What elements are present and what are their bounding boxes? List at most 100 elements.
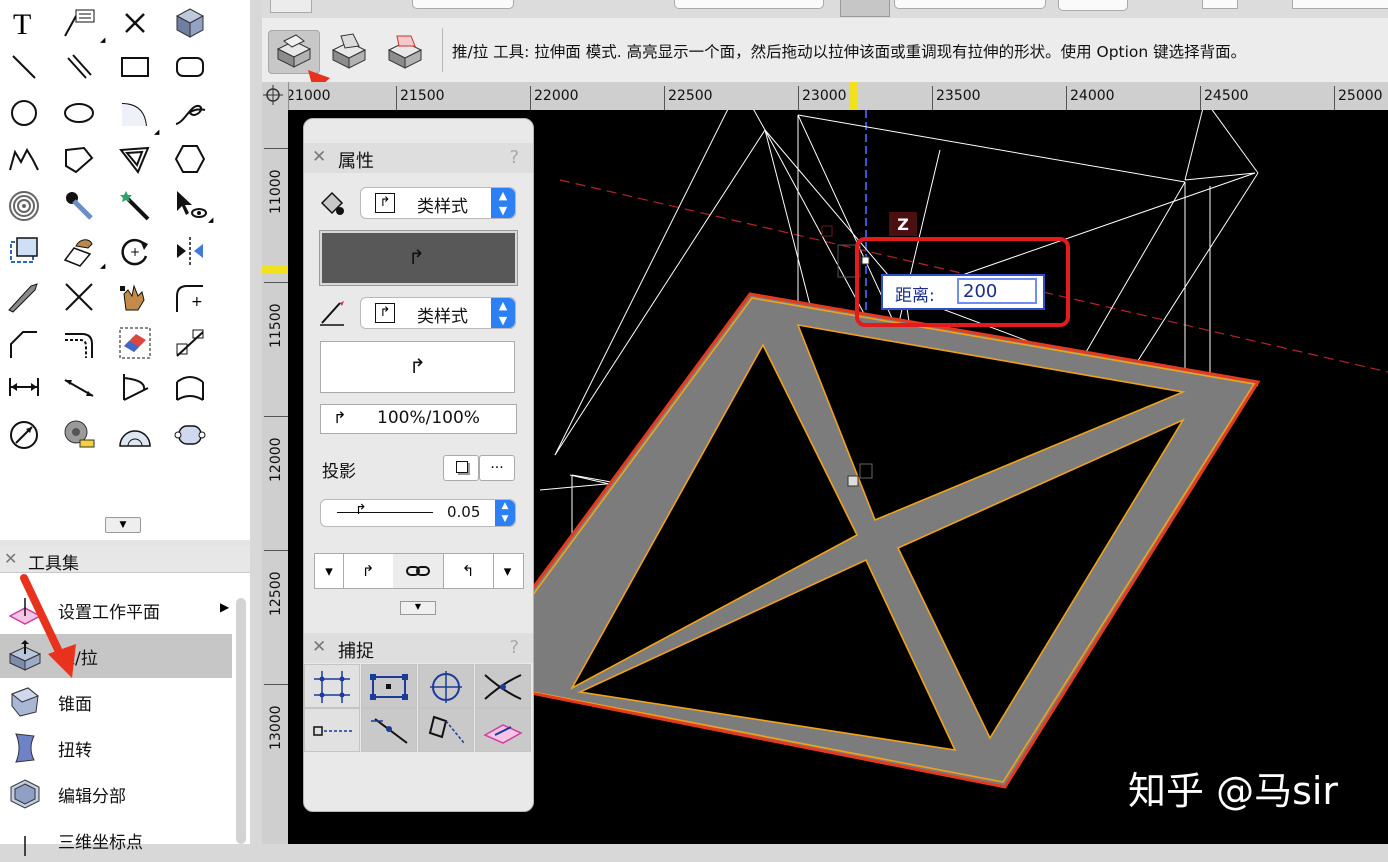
- svg-text:+: +: [130, 245, 140, 259]
- attributes-expand-button[interactable]: ▼: [400, 601, 436, 615]
- distance-input[interactable]: [957, 278, 1037, 304]
- help-icon[interactable]: ?: [509, 637, 519, 658]
- snapping-header: ✕ 捕捉 ?: [304, 633, 533, 663]
- arc-icon[interactable]: [113, 94, 157, 132]
- close-icon[interactable]: ✕: [312, 637, 326, 657]
- line-icon[interactable]: [2, 48, 46, 86]
- view-dropdown[interactable]: [894, 0, 1046, 9]
- diameter-icon[interactable]: [2, 416, 46, 454]
- locus-icon[interactable]: [113, 4, 157, 42]
- ruler-label: 21000: [286, 88, 331, 104]
- taper-face-icon: [11, 687, 39, 717]
- start-marker-button[interactable]: ↱: [343, 554, 394, 588]
- end-marker-menu-button[interactable]: ▾: [493, 554, 522, 588]
- vertical-ruler: 11000 11500 12000 12500 13000: [262, 110, 289, 844]
- toolset-item-edit-subpart[interactable]: 编辑分部: [0, 772, 232, 816]
- circle-icon[interactable]: [2, 94, 46, 132]
- visibility-wand-icon[interactable]: [113, 187, 157, 225]
- dropdown-arrow-icon: ▲ ▼: [491, 298, 515, 328]
- extrude-subtract-mode-button[interactable]: [380, 30, 430, 72]
- reshape-icon[interactable]: [113, 278, 157, 316]
- fill-swatch[interactable]: ↱: [320, 231, 517, 285]
- ruler-label: 25000: [1338, 88, 1383, 104]
- link-markers-button[interactable]: [393, 554, 444, 588]
- distance-input-box: 距离:: [881, 274, 1045, 310]
- class-style-icon: ↱: [408, 245, 425, 269]
- smart-edge-icon[interactable]: [418, 708, 474, 752]
- nav-back-button[interactable]: [270, 0, 312, 13]
- pen-icon: [320, 301, 344, 326]
- snapping-grid: [304, 664, 533, 756]
- start-marker-menu-button[interactable]: ▾: [315, 554, 344, 588]
- snap-to-surface-icon[interactable]: [475, 708, 531, 752]
- double-line-icon[interactable]: [57, 48, 101, 86]
- snap-to-grid-icon[interactable]: [304, 664, 360, 708]
- projection-dropdown[interactable]: [1058, 0, 1128, 11]
- eyedropper-icon[interactable]: [57, 187, 101, 225]
- connect-icon[interactable]: [168, 324, 212, 362]
- constrained-dimension-icon[interactable]: [57, 368, 101, 406]
- tape-measure-icon[interactable]: [57, 416, 101, 454]
- 3d-locus-icon[interactable]: [168, 4, 212, 42]
- double-polygon-icon[interactable]: [113, 140, 157, 178]
- toolset-item-taper-face[interactable]: 锥面: [0, 680, 232, 724]
- mirror-icon[interactable]: [168, 232, 212, 270]
- layer-dropdown[interactable]: [412, 0, 514, 9]
- rounded-rectangle-icon[interactable]: [168, 48, 212, 86]
- help-icon[interactable]: ?: [509, 147, 519, 168]
- line-thickness-dropdown[interactable]: ↱ 0.05 ▲ ▼: [320, 499, 516, 527]
- pen-swatch[interactable]: ↱: [320, 341, 515, 393]
- ruler-label: 24500: [1204, 88, 1249, 104]
- polyline-icon[interactable]: [2, 140, 46, 178]
- snap-to-distance-icon[interactable]: [304, 708, 360, 752]
- snap-to-object-icon[interactable]: [361, 664, 417, 708]
- protractor-icon[interactable]: [113, 416, 157, 454]
- polygon-icon[interactable]: [57, 140, 101, 178]
- end-marker-button[interactable]: ↰: [443, 554, 494, 588]
- opacity-field[interactable]: ↱ 100%/100%: [320, 404, 517, 434]
- knife-icon[interactable]: [2, 278, 46, 316]
- attribute-mapping-icon[interactable]: [57, 232, 101, 270]
- fillet-icon[interactable]: +: [168, 278, 212, 316]
- rectangle-icon[interactable]: [113, 48, 157, 86]
- zoom-field[interactable]: [1202, 0, 1238, 9]
- toolset-label: 三维坐标点: [58, 833, 143, 853]
- spiral-icon[interactable]: [2, 187, 46, 225]
- dimension-icon[interactable]: [2, 368, 46, 406]
- close-icon[interactable]: ✕: [312, 147, 326, 167]
- snap-to-angle-icon[interactable]: [418, 664, 474, 708]
- rotate-icon[interactable]: +: [113, 232, 157, 270]
- flyover-icon[interactable]: [168, 187, 212, 225]
- class-dropdown[interactable]: [674, 0, 824, 9]
- palette-expand-button[interactable]: ▼: [105, 517, 141, 533]
- chamfer-icon[interactable]: [2, 324, 46, 362]
- toolset-item-twist[interactable]: 扭转: [0, 726, 232, 770]
- clip-icon[interactable]: [2, 232, 46, 270]
- eraser-icon[interactable]: [113, 324, 157, 362]
- ruler-label: 24000: [1070, 88, 1115, 104]
- ruler-label: 22500: [668, 88, 713, 104]
- trim-icon[interactable]: [57, 278, 101, 316]
- freehand-icon[interactable]: [168, 94, 212, 132]
- submenu-indicator-icon: ◢: [154, 128, 160, 136]
- ruler-origin[interactable]: [262, 82, 289, 111]
- pill-icon[interactable]: [168, 416, 212, 454]
- regular-polygon-icon[interactable]: [168, 140, 212, 178]
- shadow-options-button[interactable]: ...: [479, 455, 515, 481]
- view-options-field[interactable]: [1292, 0, 1388, 9]
- arc-length-icon[interactable]: [168, 368, 212, 406]
- angle-icon[interactable]: [113, 368, 157, 406]
- oval-icon[interactable]: [57, 94, 101, 132]
- snap-to-intersection-icon[interactable]: [475, 664, 531, 708]
- close-icon[interactable]: ✕: [4, 549, 17, 568]
- shadow-toggle-button[interactable]: [443, 455, 479, 481]
- toolsets-scrollbar[interactable]: [236, 598, 246, 844]
- toolset-item-3d-point[interactable]: 三维坐标点: [0, 818, 232, 862]
- render-mode-button[interactable]: [840, 0, 890, 17]
- text-icon[interactable]: T: [2, 4, 46, 42]
- smart-points-icon[interactable]: [361, 708, 417, 752]
- callout-icon[interactable]: [57, 4, 101, 42]
- pen-style-dropdown[interactable]: ↱ 类样式 ▲ ▼: [360, 297, 516, 329]
- fill-style-dropdown[interactable]: ↱ 类样式 ▲ ▼: [360, 187, 516, 219]
- offset-icon[interactable]: [57, 324, 101, 362]
